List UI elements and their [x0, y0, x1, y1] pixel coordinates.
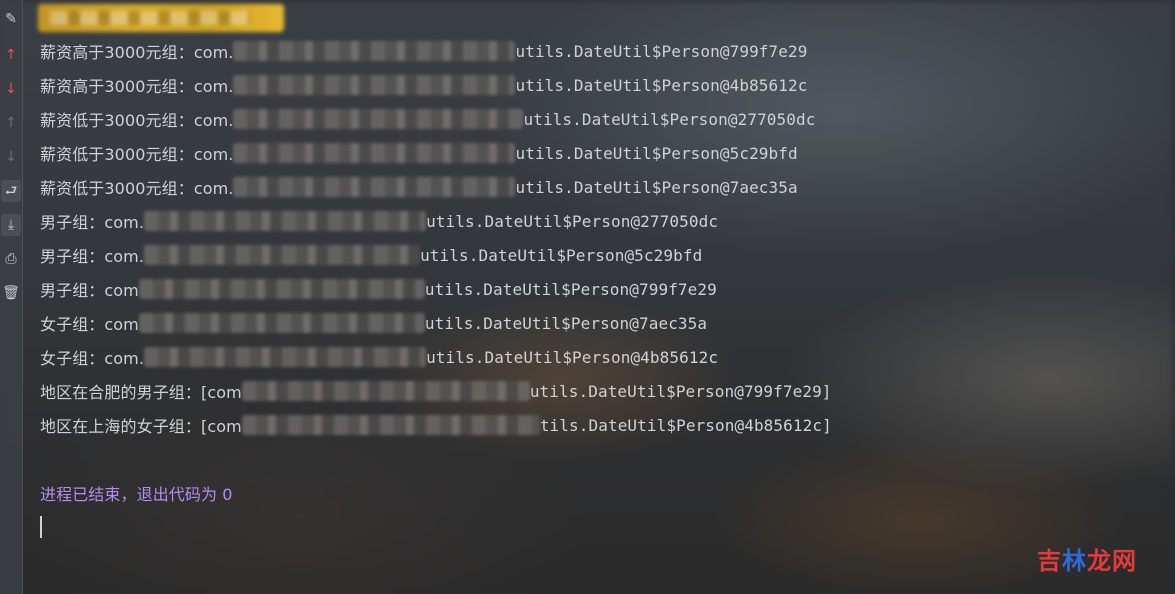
console-line: 地区在上海的女子组：[com tils.DateUtil$Person@4b856…: [40, 415, 832, 436]
redacted-package: [144, 245, 421, 265]
arrow-down-disabled-icon[interactable]: ↓: [0, 146, 22, 168]
console-line: 女子组：com. utils.DateUtil$Person@4b85612c: [40, 347, 719, 368]
redacted-package: [144, 347, 427, 367]
redacted-package: [241, 415, 540, 435]
process-exit-message: 进程已结束，退出代码为 0: [40, 485, 233, 504]
redacted-header: [38, 4, 284, 32]
redacted-package: [233, 41, 516, 61]
soft-wrap-icon[interactable]: ⮐: [1, 180, 21, 202]
arrow-up-icon[interactable]: ↑: [0, 44, 22, 66]
edit-icon[interactable]: ✎: [0, 8, 22, 30]
redacted-package: [233, 143, 516, 163]
text-caret: [40, 516, 42, 538]
console-line: 男子组：com. utils.DateUtil$Person@277050dc: [40, 211, 719, 232]
redacted-package: [138, 279, 425, 299]
redacted-package: [144, 211, 427, 231]
console-line: 地区在合肥的男子组：[com utils.DateUtil$Person@799f…: [40, 381, 832, 402]
redacted-package: [233, 109, 524, 129]
watermark-logo: 吉林龙网: [1037, 547, 1137, 575]
console-line: 薪资低于3000元组：com. utils.DateUtil$Person@7ae…: [40, 177, 798, 198]
console-line: 薪资高于3000元组：com. utils.DateUtil$Person@799…: [40, 41, 808, 62]
arrow-down-icon[interactable]: ↓: [0, 78, 22, 100]
console-line: 女子组：com utils.DateUtil$Person@7aec35a: [40, 313, 708, 334]
redacted-package: [241, 381, 530, 401]
console-line: 薪资低于3000元组：com. utils.DateUtil$Person@5c2…: [40, 143, 798, 164]
redacted-package: [233, 75, 516, 95]
redacted-package: [233, 177, 516, 197]
console-line: 薪资高于3000元组：com. utils.DateUtil$Person@4b8…: [40, 75, 808, 96]
run-console-window: ✎ ↑ ↓ ↑ ↓ ⮐ ⤓ ⎙ 🗑 薪资高于3000元组：com. utils.D…: [0, 0, 1175, 594]
console-line: 薪资低于3000元组：com. utils.DateUtil$Person@277…: [40, 109, 816, 130]
trash-icon[interactable]: 🗑: [0, 282, 22, 304]
redacted-package: [138, 313, 425, 333]
console-line: 男子组：com. utils.DateUtil$Person@5c29bfd: [40, 245, 703, 266]
console-toolbar: ✎ ↑ ↓ ↑ ↓ ⮐ ⤓ ⎙ 🗑: [0, 0, 23, 594]
arrow-up-disabled-icon[interactable]: ↑: [0, 112, 22, 134]
console-line: 男子组：com utils.DateUtil$Person@799f7e29: [40, 279, 717, 300]
print-icon[interactable]: ⎙: [0, 248, 22, 270]
scroll-to-end-icon[interactable]: ⤓: [1, 214, 21, 236]
